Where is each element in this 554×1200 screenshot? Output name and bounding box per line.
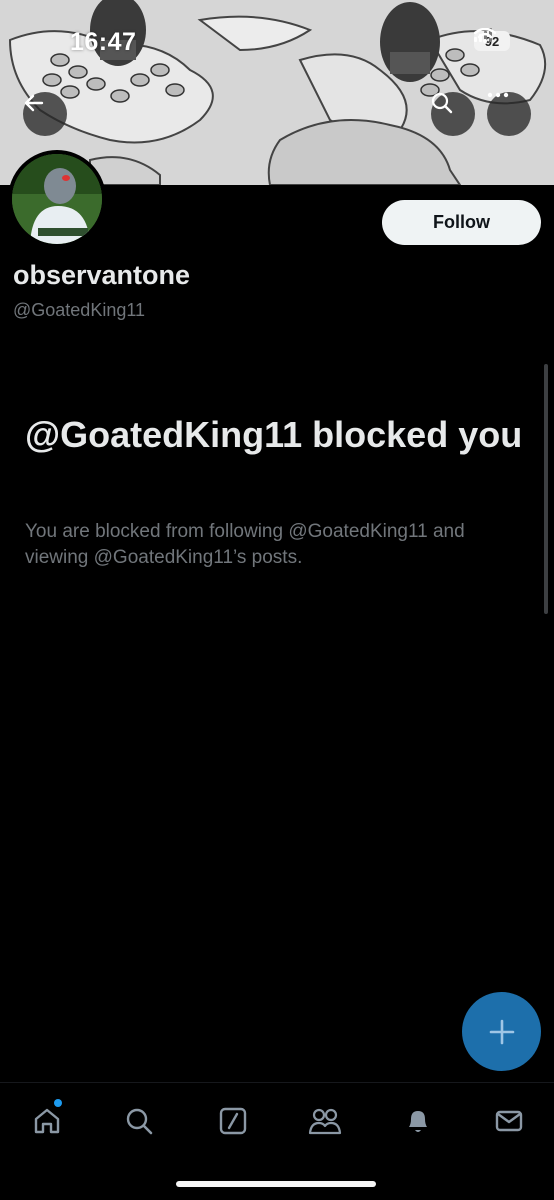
notification-dot <box>54 1099 62 1107</box>
search-icon <box>126 1108 153 1135</box>
blocked-title: @GoatedKing11 blocked you <box>25 414 523 455</box>
follow-button[interactable]: Follow <box>382 200 541 245</box>
nav-communities[interactable] <box>300 1099 350 1143</box>
nav-messages[interactable] <box>484 1099 534 1143</box>
nav-notifications[interactable] <box>393 1099 443 1143</box>
home-icon <box>34 1108 60 1134</box>
more-options-button[interactable] <box>487 92 531 136</box>
nav-search[interactable] <box>114 1099 164 1143</box>
nav-home[interactable] <box>22 1099 72 1143</box>
profile-handle: @GoatedKing11 <box>13 300 146 320</box>
bell-icon <box>409 1111 427 1132</box>
wifi-icon <box>474 28 496 43</box>
more-horizontal-icon <box>487 92 509 98</box>
blocked-description: You are blocked from following @GoatedKi… <box>25 521 465 568</box>
plus-icon <box>489 1019 514 1044</box>
banner-head-right <box>380 2 440 82</box>
scrollbar[interactable] <box>544 364 548 614</box>
arrow-left-icon <box>24 94 44 112</box>
compose-post-button[interactable] <box>462 992 541 1071</box>
profile-display-name: observantone <box>13 260 191 290</box>
status-time: 16:47 <box>70 28 137 56</box>
avatar-image <box>12 154 102 244</box>
people-icon <box>308 1108 342 1135</box>
profile-avatar[interactable] <box>8 150 106 248</box>
home-indicator[interactable] <box>176 1181 376 1187</box>
envelope-icon <box>495 1110 523 1132</box>
search-icon <box>431 92 453 114</box>
back-button[interactable] <box>23 92 67 136</box>
nav-grok[interactable] <box>208 1099 258 1143</box>
slash-box-icon <box>219 1107 247 1135</box>
search-button[interactable] <box>431 92 475 136</box>
status-icons: 92 <box>474 28 510 54</box>
